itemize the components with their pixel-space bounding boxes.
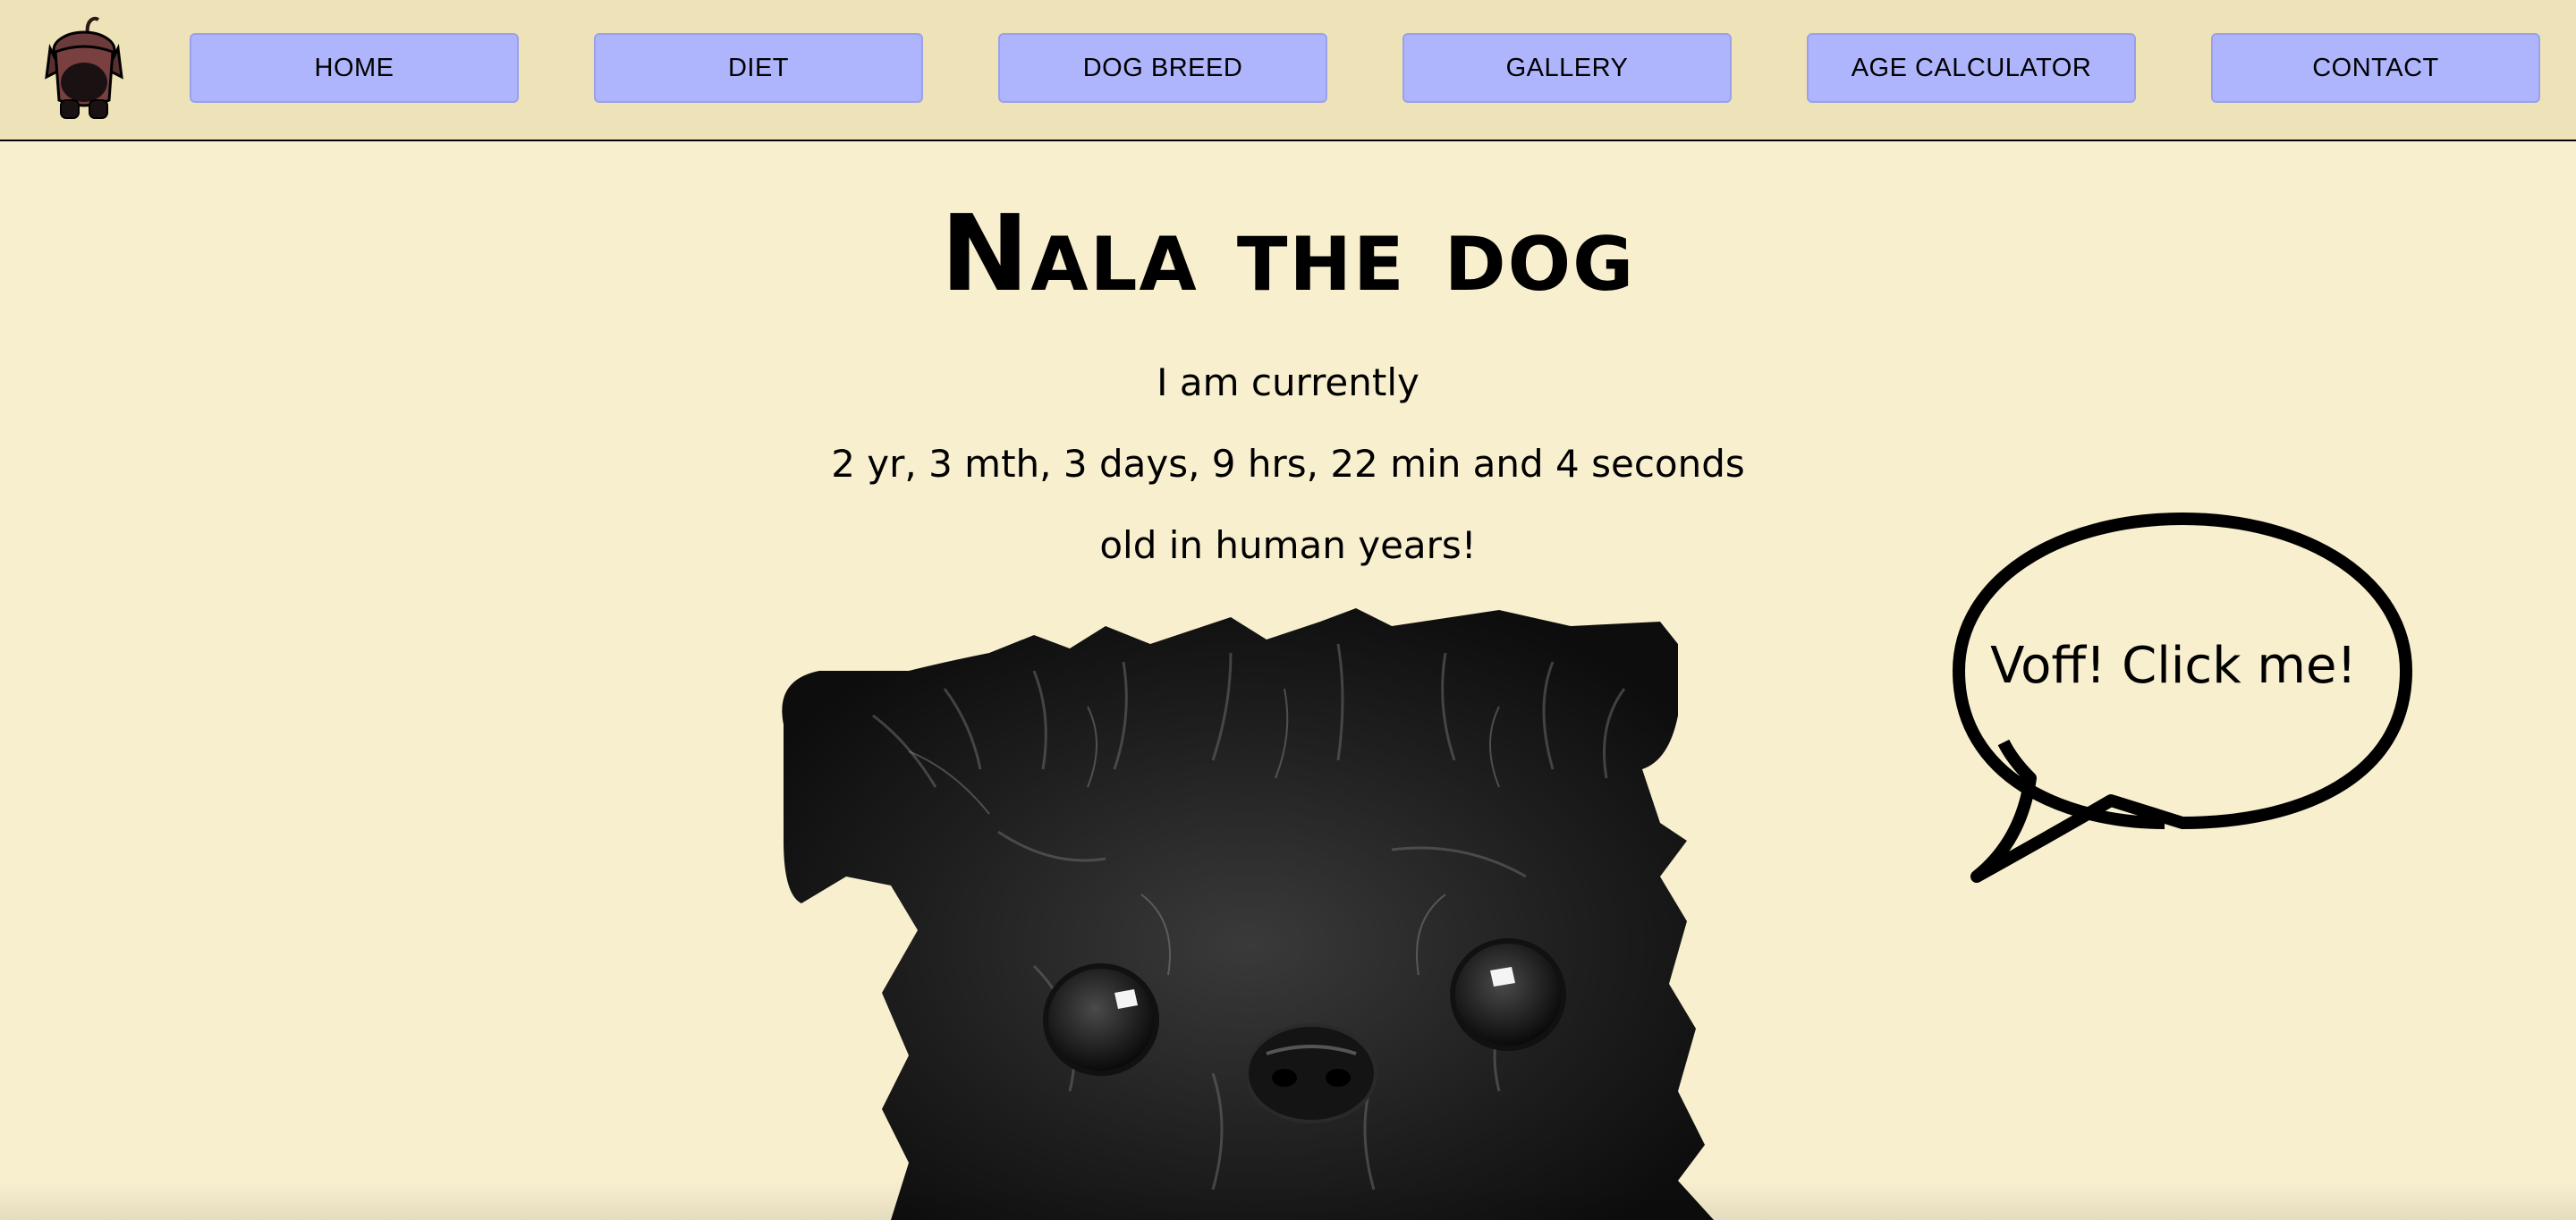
bottom-shadow	[0, 1181, 2576, 1220]
age-intro-text: I am currently	[1157, 360, 1419, 404]
nav-gallery-button[interactable]: GALLERY	[1402, 33, 1732, 103]
dog-photo[interactable]	[766, 608, 1812, 1220]
speech-bubble-button[interactable]: Voff! Click me!	[1923, 510, 2424, 885]
page-title: Nala the dog	[940, 191, 1636, 315]
nav-home-button[interactable]: HOME	[190, 33, 519, 103]
dog-logo-icon[interactable]	[43, 14, 125, 123]
speech-bubble-text: Voff! Click me!	[1990, 637, 2357, 695]
nav-dog-breed-button[interactable]: DOG BREED	[998, 33, 1327, 103]
nav-age-calculator-button[interactable]: AGE CALCULATOR	[1807, 33, 2136, 103]
navbar: HOME DIET DOG BREED GALLERY AGE CALCULAT…	[0, 0, 2576, 141]
age-value-text: 2 yr, 3 mth, 3 days, 9 hrs, 22 min and 4…	[831, 442, 1745, 486]
nav-diet-button[interactable]: DIET	[594, 33, 923, 103]
nav-contact-button[interactable]: CONTACT	[2211, 33, 2540, 103]
